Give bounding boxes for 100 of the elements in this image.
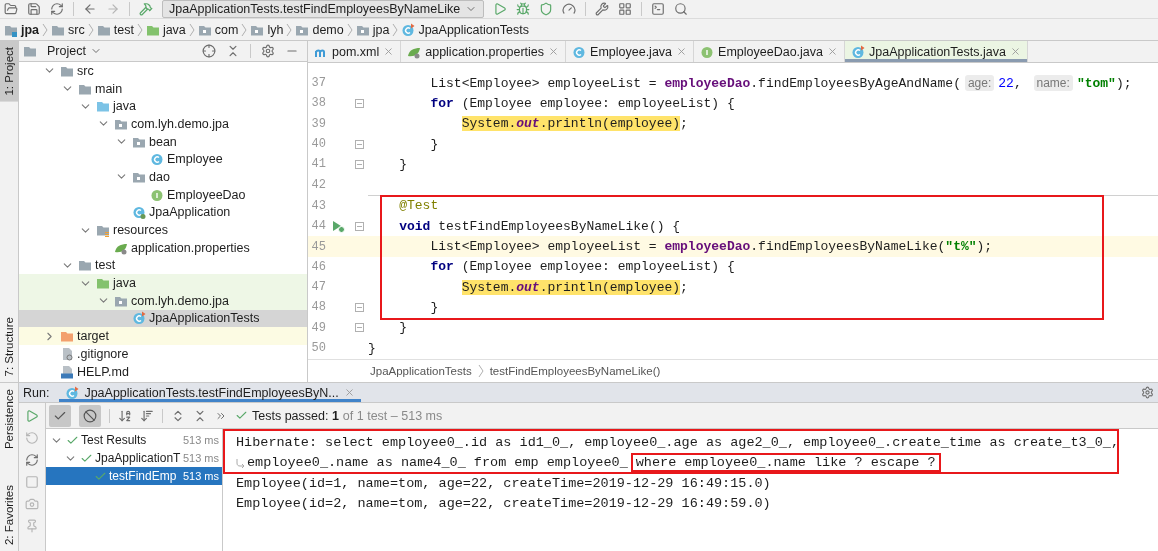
- settings-icon[interactable]: [595, 2, 610, 16]
- breadcrumb-item[interactable]: src: [51, 22, 85, 37]
- tree-item-label: JpaApplicationTests: [149, 311, 260, 326]
- tree-item[interactable]: target: [19, 327, 307, 345]
- coverage-icon[interactable]: [539, 2, 554, 16]
- tree-item[interactable]: HELP.md: [19, 362, 307, 381]
- fold-marker-icon[interactable]: [354, 159, 364, 169]
- project-structure-icon[interactable]: [618, 2, 633, 16]
- tool-window-button[interactable]: 1: Project: [0, 41, 18, 102]
- project-view-dropdown[interactable]: Project: [47, 44, 102, 58]
- sort-by-duration-icon[interactable]: [140, 408, 154, 423]
- settings-icon[interactable]: [1141, 386, 1154, 399]
- breadcrumb-item[interactable]: java: [145, 22, 186, 37]
- terminal-icon[interactable]: [651, 2, 666, 16]
- tree-item[interactable]: EmployeeDao: [19, 185, 307, 204]
- back-icon[interactable]: [83, 2, 97, 16]
- tree-item-label: java: [113, 99, 136, 114]
- fold-marker-icon[interactable]: [354, 98, 364, 108]
- tree-item[interactable]: application.properties: [19, 238, 307, 257]
- tests-summary: of 1 test – 513 ms: [342, 408, 443, 423]
- tree-item-label: target: [77, 329, 109, 344]
- tree-item[interactable]: .gitignore: [19, 345, 307, 363]
- tree-item-label: test: [95, 258, 116, 273]
- fold-marker-icon[interactable]: [354, 139, 364, 149]
- run-tab[interactable]: JpaApplicationTests.testFindEmployeesByN...: [59, 383, 361, 402]
- camera-icon[interactable]: [25, 497, 39, 511]
- editor-tab[interactable]: EmployeeDao.java: [694, 41, 845, 62]
- tree-item[interactable]: java: [19, 274, 307, 292]
- editor-tab[interactable]: Employee.java: [566, 41, 695, 62]
- editor-tab[interactable]: JpaApplicationTests.java: [845, 41, 1028, 62]
- breadcrumb-item[interactable]: lyh: [250, 22, 284, 37]
- breadcrumb-item[interactable]: JpaApplicationTests: [401, 22, 529, 37]
- toggle-auto-test-icon[interactable]: [25, 453, 39, 467]
- tree-item[interactable]: main: [19, 79, 307, 98]
- close-icon[interactable]: [827, 46, 838, 57]
- close-icon[interactable]: [676, 46, 688, 57]
- editor-tab[interactable]: application.properties: [401, 41, 567, 62]
- tree-item-label: com.lyh.demo.jpa: [131, 116, 229, 131]
- test-tree-item[interactable]: JpaApplicationT 513 ms: [46, 449, 222, 467]
- collapse-all-icon[interactable]: [226, 44, 240, 58]
- search-icon[interactable]: [674, 2, 689, 16]
- test-tree-item[interactable]: Test Results 513 ms: [46, 431, 222, 449]
- code-line: List<Employee> employeeList = employeeDao.findEmployeesByAgeAndName( age: 22, name: "tom");: [429, 75, 1132, 91]
- test-tree-item[interactable]: testFindEmp 513 ms: [46, 467, 222, 485]
- class-icon: [132, 311, 146, 326]
- forward-icon[interactable]: [106, 2, 120, 16]
- tree-item[interactable]: dao: [19, 168, 307, 186]
- tree-item[interactable]: bean: [19, 132, 307, 151]
- breadcrumb-item[interactable]: com: [197, 22, 239, 37]
- ban-icon: [83, 408, 97, 423]
- rerun-icon[interactable]: [25, 409, 39, 423]
- locate-icon[interactable]: [202, 44, 216, 58]
- stop-icon[interactable]: [25, 475, 39, 489]
- tree-item-label: src: [77, 63, 94, 78]
- fold-marker-icon[interactable]: [354, 221, 364, 231]
- tree-item[interactable]: JpaApplication: [19, 203, 307, 222]
- console-output-line: Employee(id=2, name=tom, age=22, createTime=2019-12-29 16:49:59.0): [236, 496, 771, 512]
- save-icon[interactable]: [27, 2, 41, 16]
- tool-window-button[interactable]: Persistence: [0, 383, 18, 456]
- tool-window-button[interactable]: 7: Structure: [0, 310, 18, 382]
- hammer-icon[interactable]: [139, 2, 153, 16]
- close-icon[interactable]: [548, 46, 560, 57]
- tree-item[interactable]: test: [19, 256, 307, 275]
- fold-marker-icon[interactable]: [354, 323, 364, 333]
- close-icon[interactable]: [343, 387, 355, 398]
- tree-item[interactable]: Employee: [19, 150, 307, 169]
- fold-marker-icon[interactable]: [354, 302, 364, 312]
- code-line: System.out.println(employee);: [460, 116, 688, 132]
- close-icon[interactable]: [1009, 46, 1021, 57]
- tree-item[interactable]: com.lyh.demo.jpa: [19, 115, 307, 133]
- sync-icon[interactable]: [50, 2, 64, 16]
- breadcrumb-item[interactable]: jpa: [4, 22, 40, 37]
- breadcrumb-item[interactable]: test: [96, 22, 134, 37]
- debug-icon[interactable]: [516, 2, 531, 16]
- code-line: }: [398, 320, 408, 336]
- breadcrumb-item[interactable]: demo: [295, 22, 344, 37]
- profiler-icon[interactable]: [562, 2, 577, 16]
- collapse-all-icon[interactable]: [193, 408, 207, 423]
- breadcrumb-item[interactable]: jpa: [355, 22, 390, 37]
- run-configuration-dropdown[interactable]: JpaApplicationTests.testFindEmployeesByNameLike: [162, 0, 485, 18]
- run-icon[interactable]: [493, 2, 508, 16]
- code-line: void testFindEmployeesByNameLike() {: [398, 218, 681, 234]
- breadcrumb-item[interactable]: testFindEmployeesByNameLike(): [489, 365, 661, 377]
- tree-item[interactable]: resources: [19, 221, 307, 239]
- editor-tab[interactable]: pom.xml: [308, 41, 402, 62]
- rerun-failed-icon[interactable]: [25, 431, 39, 445]
- sort-alphabetically-icon[interactable]: [118, 408, 132, 423]
- tree-item[interactable]: src: [19, 62, 307, 80]
- settings-icon[interactable]: [261, 44, 275, 58]
- run-gutter-icon[interactable]: [331, 219, 345, 234]
- pin-icon[interactable]: [25, 519, 39, 533]
- close-icon[interactable]: [383, 46, 395, 57]
- show-passed-toggle[interactable]: [49, 404, 71, 427]
- breadcrumb-item[interactable]: JpaApplicationTests: [370, 365, 472, 377]
- open-folder-icon[interactable]: [4, 2, 18, 16]
- tree-item[interactable]: java: [19, 97, 307, 116]
- chevron-icon: [346, 22, 353, 37]
- tool-window-button[interactable]: 2: Favorites: [0, 478, 18, 551]
- show-ignored-toggle[interactable]: [79, 404, 101, 427]
- code-line: System.out.println(employee);: [460, 279, 688, 295]
